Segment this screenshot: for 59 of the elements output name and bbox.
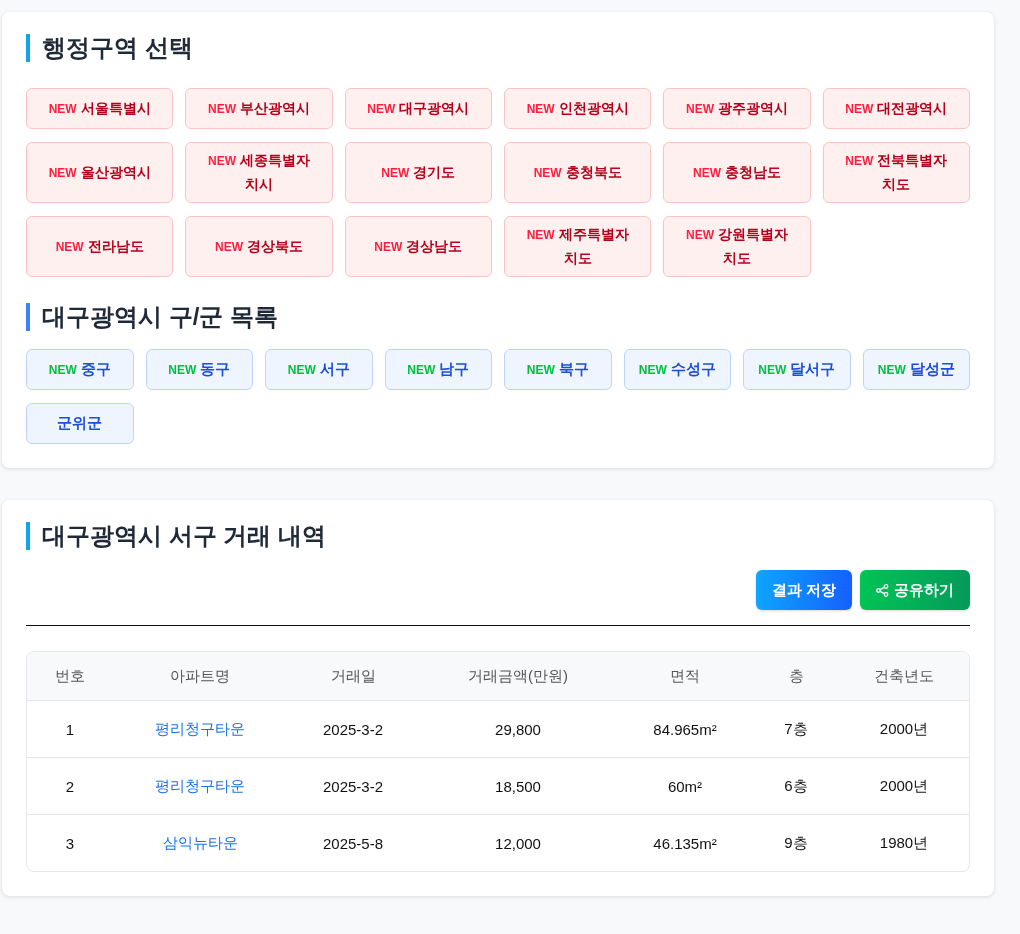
region-button[interactable]: NEW 세종특별자치시 [185, 142, 333, 203]
table-cell-text: 7층 [783, 718, 809, 739]
table-cell-text: 2000년 [878, 718, 930, 739]
district-button[interactable]: NEW 서구 [265, 349, 373, 390]
table-cell-text: 6층 [783, 775, 809, 796]
district-button[interactable]: 군위군 [26, 403, 134, 444]
district-button[interactable]: NEW 중구 [26, 349, 134, 390]
region-button[interactable]: NEW 충청북도 [504, 142, 652, 203]
table-cell-text: 2025-5-8 [321, 833, 384, 854]
district-button[interactable]: NEW 수성구 [623, 349, 731, 390]
region-button[interactable]: NEW 충청남도 [663, 142, 811, 203]
region-button[interactable]: NEW 대구광역시 [344, 88, 492, 129]
column-header: 층 [787, 665, 805, 686]
table-cell-text: 12,000 [494, 833, 542, 854]
table-cell-text: 1980년 [878, 832, 930, 853]
table-cell-text: 9층 [783, 832, 809, 853]
district-button[interactable]: NEW 북구 [504, 349, 612, 390]
share-icon [876, 583, 889, 597]
column-header: 거래일 [329, 665, 377, 686]
table-cell-text: 29,800 [494, 719, 542, 740]
region-button[interactable]: NEW 인천광역시 [504, 88, 652, 129]
column-header: 번호 [54, 665, 86, 686]
region-button[interactable]: NEW 서울특별시 [26, 88, 174, 129]
region-button[interactable]: NEW 경상북도 [185, 216, 333, 277]
table-cell-text: 18,500 [494, 776, 542, 797]
region-button[interactable]: NEW 울산광역시 [26, 142, 174, 203]
table-cell-text: 2000년 [878, 775, 930, 796]
region-button[interactable]: NEW 제주특별자치도 [504, 216, 652, 277]
region-button[interactable]: NEW 대전광역시 [822, 88, 970, 129]
region-button[interactable]: NEW 부산광역시 [185, 88, 333, 129]
table-cell-text: 2025-3-2 [321, 719, 384, 740]
district-button[interactable]: NEW 달성군 [862, 349, 970, 390]
table-cell-text: 2 [64, 776, 76, 797]
column-header: 건축년도 [873, 665, 935, 686]
region-button[interactable]: NEW 경기도 [344, 142, 492, 203]
save-button[interactable]: 결과 저장 [755, 570, 852, 610]
region-button[interactable]: NEW 전북특별자치도 [822, 142, 970, 203]
region-button[interactable]: NEW 강원특별자치도 [663, 216, 811, 277]
column-header: 아파트명 [169, 665, 231, 686]
section-title: 대구광역시 서구 거래 내역 [26, 522, 970, 550]
region-button[interactable]: NEW 경상남도 [344, 216, 492, 277]
table-cell-text: 2025-3-2 [321, 776, 384, 797]
section-title: 대구광역시 구/군 목록 [26, 303, 970, 331]
apartment-link[interactable]: 평리청구타운 [155, 719, 245, 739]
table-cell-text: 46.135m² [652, 833, 718, 854]
column-header: 거래금액(만원) [467, 665, 569, 686]
district-button[interactable]: NEW 남구 [384, 349, 492, 390]
region-button[interactable]: NEW 전라남도 [26, 216, 174, 277]
region-button[interactable]: NEW 광주광역시 [663, 88, 811, 129]
table-cell-text: 84.965m² [652, 719, 718, 740]
apartment-link[interactable]: 평리청구타운 [155, 776, 245, 796]
district-button[interactable]: NEW 동구 [145, 349, 253, 390]
column-header: 면적 [669, 665, 701, 686]
section-title: 행정구역 선택 [26, 34, 970, 62]
table-cell-text: 60m² [666, 776, 704, 797]
apartment-link[interactable]: 삼익뉴타운 [162, 833, 238, 853]
table-cell-text: 1 [64, 719, 76, 740]
table-cell-text: 3 [64, 833, 76, 854]
district-button[interactable]: NEW 달서구 [743, 349, 851, 390]
